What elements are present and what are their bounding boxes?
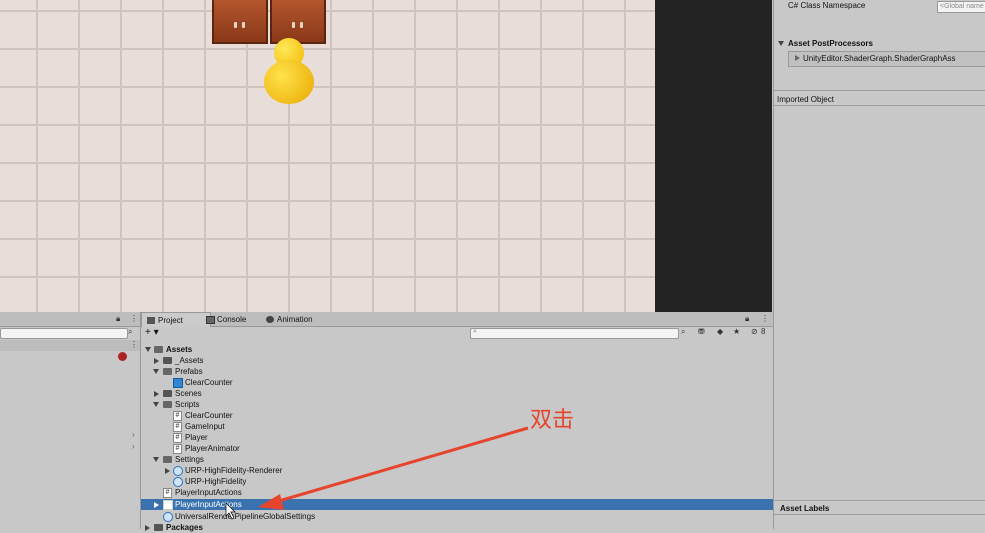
annotation-text: 双击 <box>530 408 575 433</box>
annotation-arrow <box>225 426 529 520</box>
